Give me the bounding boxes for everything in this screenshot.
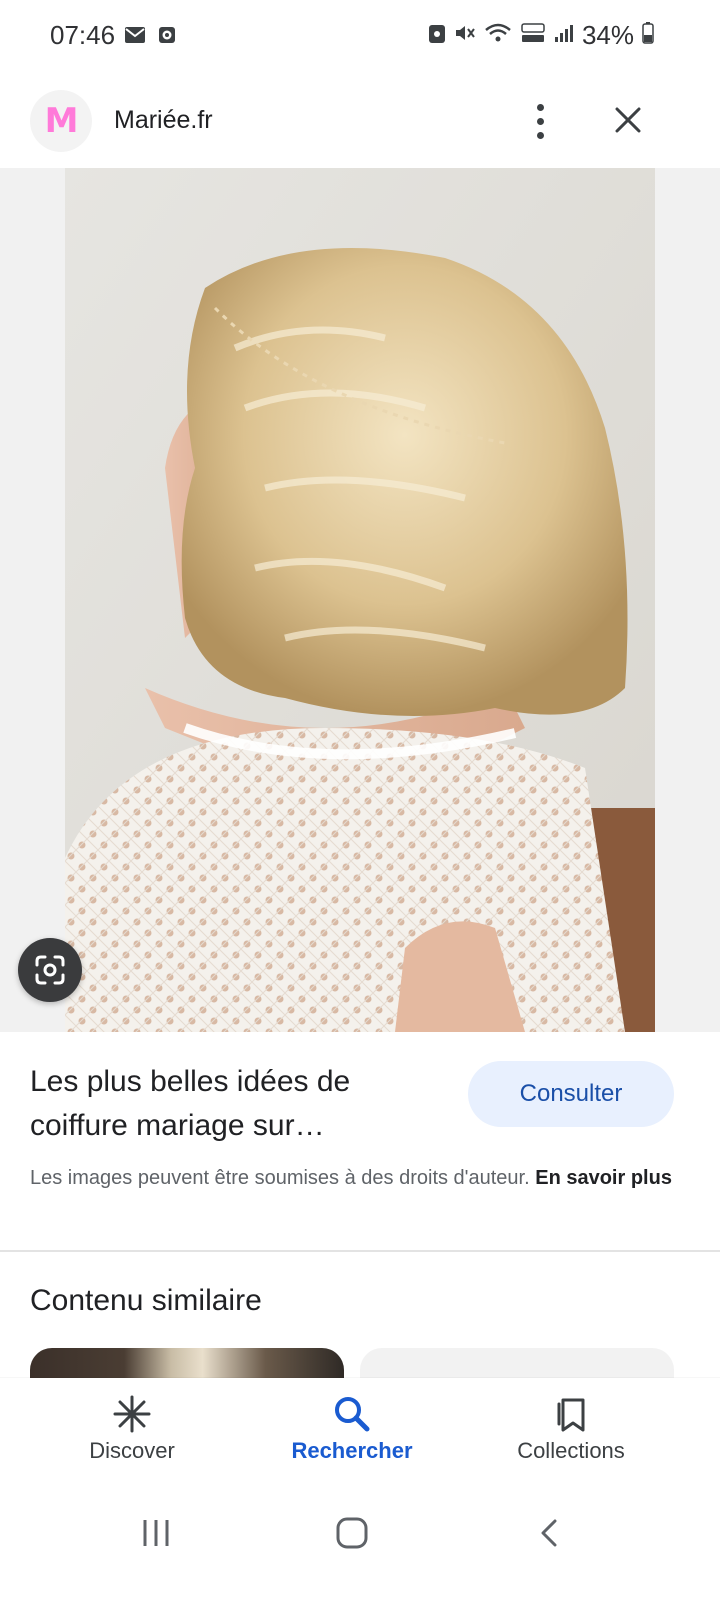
mute-icon [454, 22, 476, 49]
similar-content-title: Contenu similaire [30, 1284, 262, 1317]
google-lens-button[interactable] [18, 938, 82, 1002]
recents-icon [143, 1520, 169, 1546]
result-title[interactable]: Les plus belles idées de coiffure mariag… [30, 1060, 450, 1148]
image-viewer [0, 168, 720, 1032]
more-vert-dot [536, 117, 544, 125]
volte-icon [520, 22, 546, 49]
home-icon [336, 1517, 368, 1549]
learn-more-link[interactable]: En savoir plus [535, 1167, 672, 1189]
system-navigation [0, 1488, 720, 1605]
close-button[interactable] [610, 102, 646, 138]
result-image[interactable] [65, 168, 655, 1032]
consult-button[interactable]: Consulter [468, 1061, 674, 1127]
status-left-icons [124, 26, 176, 49]
nav-search[interactable]: Rechercher [262, 1378, 442, 1488]
asterisk-icon [112, 1394, 152, 1434]
search-icon [332, 1394, 372, 1434]
copyright-text: Les images peuvent être soumises à des d… [30, 1167, 530, 1189]
status-time: 07:46 [50, 20, 116, 50]
site-favicon[interactable]: M [30, 90, 92, 152]
battery-icon [642, 22, 654, 49]
divider [0, 1250, 720, 1252]
lens-icon [35, 955, 65, 985]
bottom-navigation: Discover Rechercher Collections [0, 1378, 720, 1488]
android-icon [428, 22, 446, 49]
source-header: M Mariée.fr [0, 88, 720, 168]
copyright-notice: Les images peuvent être soumises à des d… [30, 1163, 690, 1193]
more-vert-icon [536, 103, 544, 111]
site-name[interactable]: Mariée.fr [114, 106, 213, 135]
site-logo-letter: M [44, 101, 79, 141]
nav-label: Discover [89, 1438, 175, 1463]
bookmarks-icon [551, 1394, 591, 1434]
back-icon [541, 1519, 557, 1547]
battery-percent: 34% [581, 20, 634, 50]
wifi-icon [484, 22, 512, 49]
more-options-button[interactable] [525, 100, 555, 142]
alarm-icon [158, 26, 176, 49]
nav-discover[interactable]: Discover [42, 1378, 222, 1488]
more-vert-dot [536, 131, 544, 139]
recents-button[interactable] [126, 1508, 186, 1558]
mail-icon [124, 26, 146, 49]
nav-collections[interactable]: Collections [481, 1378, 661, 1488]
close-icon [615, 107, 641, 133]
status-bar: 07:46 34% [0, 0, 720, 76]
signal-icon [554, 23, 574, 48]
back-button[interactable] [520, 1508, 580, 1558]
nav-label: Collections [517, 1438, 625, 1463]
home-button[interactable] [322, 1508, 382, 1558]
status-right: 34% [428, 20, 654, 51]
nav-label: Rechercher [291, 1438, 413, 1463]
